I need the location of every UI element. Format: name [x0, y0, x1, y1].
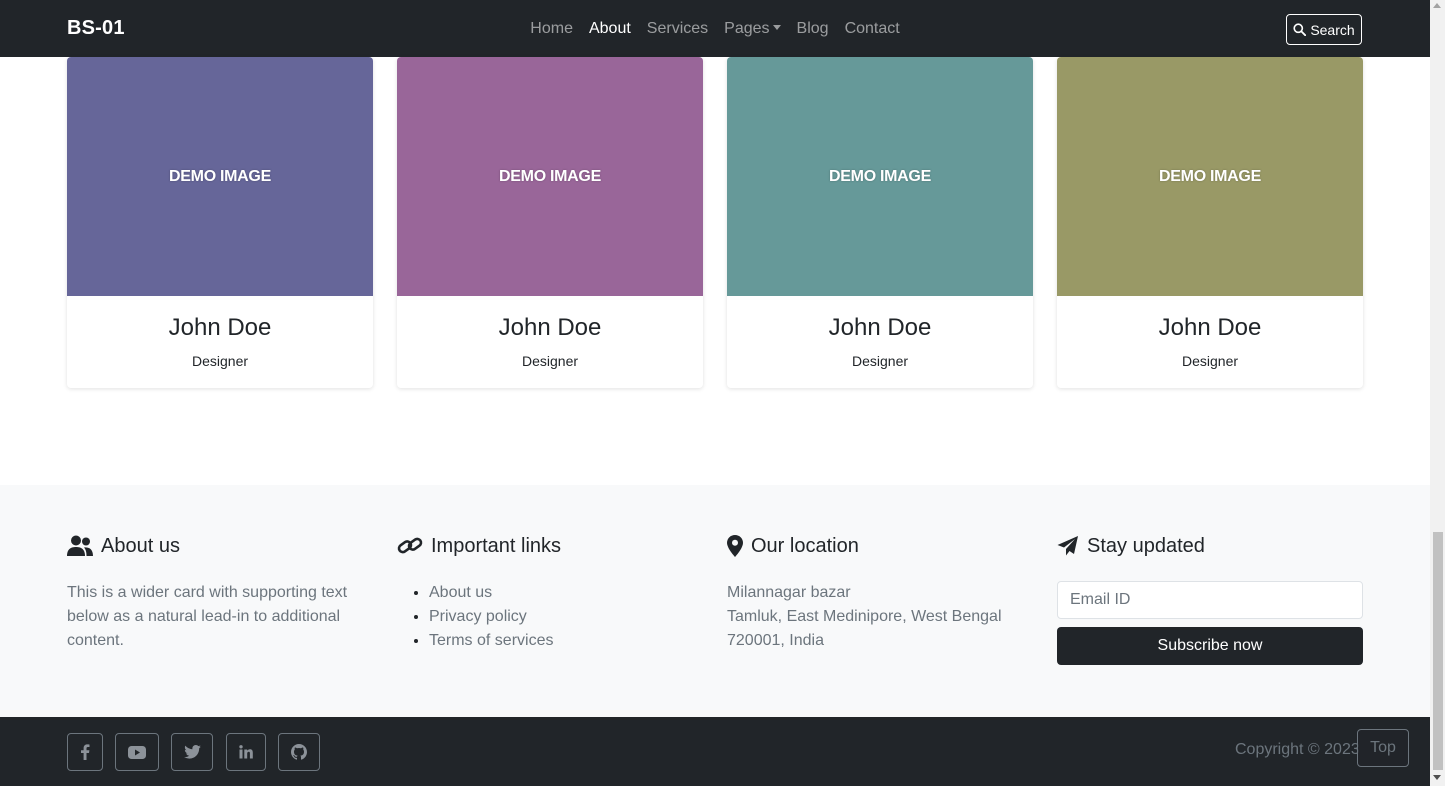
map-pin-icon — [727, 535, 743, 557]
list-item: Terms of services — [429, 629, 703, 653]
scrollbar-thumb[interactable] — [1433, 532, 1443, 770]
copyright-text: Copyright © 2023 — [1235, 741, 1360, 758]
search-label: Search — [1310, 21, 1355, 38]
users-icon — [67, 535, 93, 556]
card-role: Designer — [191, 353, 249, 369]
link-icon — [397, 537, 423, 554]
nav-menu: Home About Services Pages Blog Contact — [0, 0, 1430, 57]
nav-pages-dropdown[interactable]: Pages — [724, 19, 781, 38]
back-to-top-button[interactable]: Top — [1357, 729, 1409, 767]
footer-link-terms[interactable]: Terms of services — [429, 632, 553, 649]
footer-links: Important links About us Privacy policy … — [397, 533, 703, 653]
footer-location-heading: Our location — [727, 533, 1033, 559]
card-role: Designer — [521, 353, 579, 369]
footer-location-title: Our location — [751, 534, 859, 557]
list-item: About us — [429, 581, 703, 605]
github-button[interactable] — [278, 733, 320, 771]
twitter-button[interactable] — [171, 733, 213, 771]
team-card: DEMO IMAGE John Doe Designer — [67, 57, 373, 388]
card-image-text: DEMO IMAGE — [499, 167, 601, 185]
page-scrollbar[interactable] — [1430, 0, 1445, 786]
footer-link-about[interactable]: About us — [429, 584, 492, 601]
search-icon — [1293, 23, 1307, 36]
address-line: Tamluk, East Medinipore, West Bengal — [727, 608, 1002, 625]
card-name: John Doe — [828, 314, 932, 341]
team-card: DEMO IMAGE John Doe Designer — [727, 57, 1033, 388]
footer-location: Our location Milannagar bazar Tamluk, Ea… — [727, 533, 1033, 653]
footer: About us This is a wider card with suppo… — [0, 485, 1430, 717]
footer-links-heading: Important links — [397, 533, 703, 559]
footer-newsletter: Stay updated Subscribe now — [1057, 533, 1363, 665]
card-image-text: DEMO IMAGE — [829, 167, 931, 185]
nav-pages-label: Pages — [724, 19, 770, 37]
card-image: DEMO IMAGE — [67, 57, 373, 296]
card-role: Designer — [851, 353, 909, 369]
nav-blog[interactable]: Blog — [797, 20, 829, 38]
card-name: John Doe — [1158, 314, 1262, 341]
search-button[interactable]: Search — [1286, 14, 1362, 45]
list-item: Privacy policy — [429, 605, 703, 629]
footer-about: About us This is a wider card with suppo… — [67, 533, 373, 653]
bottom-bar: Copyright © 2023 Top — [0, 717, 1430, 786]
team-card: DEMO IMAGE John Doe Designer — [1057, 57, 1363, 388]
footer-links-list: About us Privacy policy Terms of service… — [397, 581, 703, 653]
twitter-icon — [183, 745, 201, 759]
footer-links-title: Important links — [431, 534, 562, 557]
email-input[interactable] — [1057, 581, 1363, 619]
card-image-text: DEMO IMAGE — [1159, 167, 1261, 185]
scroll-up-arrow-icon[interactable] — [1433, 3, 1441, 8]
github-icon — [291, 744, 307, 760]
nav-about[interactable]: About — [589, 20, 631, 38]
address-line: Milannagar bazar — [727, 584, 851, 601]
card-image: DEMO IMAGE — [1057, 57, 1363, 296]
footer-about-text: This is a wider card with supporting tex… — [67, 584, 348, 649]
address-line: 720001, India — [727, 632, 824, 649]
nav-home[interactable]: Home — [530, 20, 573, 38]
facebook-button[interactable] — [67, 733, 103, 771]
card-name: John Doe — [168, 314, 272, 341]
nav-services[interactable]: Services — [647, 20, 708, 38]
card-role: Designer — [1181, 353, 1239, 369]
youtube-icon — [128, 745, 146, 759]
facebook-icon — [81, 744, 90, 760]
card-image: DEMO IMAGE — [397, 57, 703, 296]
paper-plane-icon — [1057, 536, 1078, 556]
youtube-button[interactable] — [115, 733, 159, 771]
scroll-down-arrow-icon[interactable] — [1433, 775, 1441, 780]
card-name: John Doe — [498, 314, 602, 341]
linkedin-button[interactable] — [226, 733, 266, 771]
linkedin-icon — [239, 745, 253, 759]
card-image-text: DEMO IMAGE — [169, 167, 271, 185]
card-image: DEMO IMAGE — [727, 57, 1033, 296]
navbar: BS-01 Home About Services Pages Blog Con… — [0, 0, 1430, 57]
nav-contact[interactable]: Contact — [845, 20, 900, 38]
team-card: DEMO IMAGE John Doe Designer — [397, 57, 703, 388]
footer-address: Milannagar bazar Tamluk, East Medinipore… — [727, 581, 1033, 653]
footer-about-title: About us — [101, 534, 180, 557]
subscribe-button[interactable]: Subscribe now — [1057, 627, 1363, 665]
footer-newsletter-title: Stay updated — [1087, 534, 1205, 557]
caret-down-icon — [772, 24, 781, 30]
footer-about-heading: About us — [67, 533, 373, 559]
footer-link-privacy[interactable]: Privacy policy — [429, 608, 527, 625]
footer-newsletter-heading: Stay updated — [1057, 533, 1363, 559]
